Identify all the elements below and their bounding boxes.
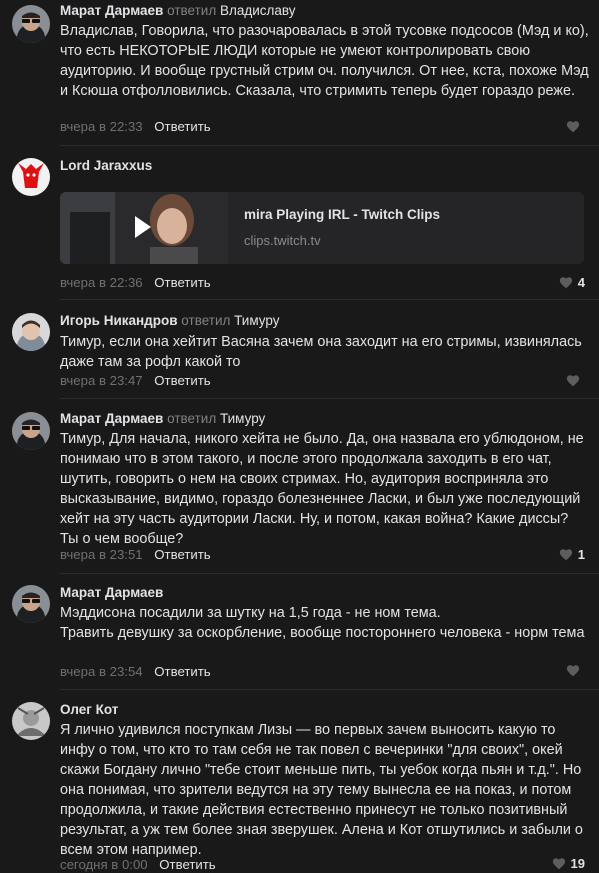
author-name[interactable]: Марат Дармаев xyxy=(60,411,163,426)
reply-to-name[interactable]: Тимуру xyxy=(220,411,265,426)
author-name[interactable]: Марат Дармаев xyxy=(60,3,163,18)
comment-text-line: Мэддисона посадили за шутку на 1,5 года … xyxy=(60,605,441,621)
reply-button[interactable]: Ответить xyxy=(154,664,210,679)
comment-meta: вчера в 23:54 Ответить xyxy=(60,664,211,680)
comment-text-line: Травить девушку за оскорбление, вообще п… xyxy=(60,625,585,641)
comment-meta: вчера в 22:33 Ответить xyxy=(60,119,211,135)
avatar[interactable] xyxy=(12,158,50,196)
comment-text: Тимур, Для начала, никого хейта не было.… xyxy=(60,431,584,547)
like-count: 4 xyxy=(577,275,585,290)
comment-meta: вчера в 22:36 Ответить xyxy=(60,275,211,291)
video-thumbnail xyxy=(60,192,228,264)
divider xyxy=(60,145,599,146)
link-domain: clips.twitch.tv xyxy=(244,233,321,248)
reply-button[interactable]: Ответить xyxy=(154,119,210,134)
comment-time[interactable]: вчера в 22:33 xyxy=(60,119,143,134)
comment-time[interactable]: вчера в 23:54 xyxy=(60,664,143,679)
avatar[interactable] xyxy=(12,313,50,351)
like-button[interactable]: 19 xyxy=(552,856,585,871)
comment-header: Марат Дармаев ответил Владиславу xyxy=(60,2,296,20)
avatar[interactable] xyxy=(12,585,50,623)
divider xyxy=(60,299,599,300)
replied-label: ответил xyxy=(167,411,217,426)
like-button[interactable]: 1 xyxy=(559,547,585,562)
comment-meta: вчера в 23:51 Ответить xyxy=(60,547,211,563)
like-count: 1 xyxy=(577,547,585,562)
comment-text: Мэддисона посадили за шутку на 1,5 года … xyxy=(60,603,590,643)
heart-icon xyxy=(559,549,572,561)
play-icon xyxy=(135,216,151,238)
heart-icon xyxy=(566,375,580,387)
comment-text: Я лично удивился поступкам Лизы — во пер… xyxy=(60,722,583,858)
like-button[interactable] xyxy=(566,664,585,677)
divider xyxy=(60,689,599,690)
heart-icon xyxy=(566,121,580,133)
divider xyxy=(60,398,599,399)
author-name[interactable]: Марат Дармаев xyxy=(60,585,163,600)
like-button[interactable] xyxy=(566,374,585,387)
avatar[interactable] xyxy=(12,412,50,450)
divider xyxy=(60,573,599,574)
comment-header: Марат Дармаев xyxy=(60,584,163,602)
comment-header: Марат Дармаев ответил Тимуру xyxy=(60,410,265,428)
avatar[interactable] xyxy=(12,702,50,740)
replied-label: ответил xyxy=(167,3,217,18)
comment-header: Игорь Никандров ответил Тимуру xyxy=(60,312,279,330)
heart-icon xyxy=(566,665,580,677)
comment-time[interactable]: вчера в 22:36 xyxy=(60,275,143,290)
reply-button[interactable]: Ответить xyxy=(154,373,210,388)
comment-meta: сегодня в 0:00 Ответить xyxy=(60,857,216,873)
replied-label: ответил xyxy=(181,313,231,328)
comment-time[interactable]: вчера в 23:47 xyxy=(60,373,143,388)
reply-button[interactable]: Ответить xyxy=(154,275,210,290)
comment-text: Владислав, Говорила, что разочаровалась … xyxy=(60,23,589,99)
comment-meta: вчера в 23:47 Ответить xyxy=(60,373,211,389)
link-preview[interactable]: mira Playing IRL - Twitch Clips clips.tw… xyxy=(60,192,584,264)
like-button[interactable] xyxy=(566,120,585,133)
author-name[interactable]: Олег Кот xyxy=(60,702,118,717)
comment-text: Тимур, если она хейтит Васяна зачем она … xyxy=(60,334,582,370)
heart-icon xyxy=(552,858,565,870)
comment-header: Lord Jaraxxus xyxy=(60,157,152,175)
comment-header: Олег Кот xyxy=(60,701,118,719)
author-name[interactable]: Игорь Никандров xyxy=(60,313,178,328)
like-count: 19 xyxy=(570,856,585,871)
heart-icon xyxy=(559,277,572,289)
reply-to-name[interactable]: Тимуру xyxy=(234,313,279,328)
link-title: mira Playing IRL - Twitch Clips xyxy=(244,207,441,222)
like-button[interactable]: 4 xyxy=(559,275,585,290)
author-name[interactable]: Lord Jaraxxus xyxy=(60,158,152,173)
comment-time[interactable]: вчера в 23:51 xyxy=(60,547,143,562)
avatar[interactable] xyxy=(12,5,50,43)
reply-button[interactable]: Ответить xyxy=(154,547,210,562)
reply-to-name[interactable]: Владиславу xyxy=(220,3,296,18)
